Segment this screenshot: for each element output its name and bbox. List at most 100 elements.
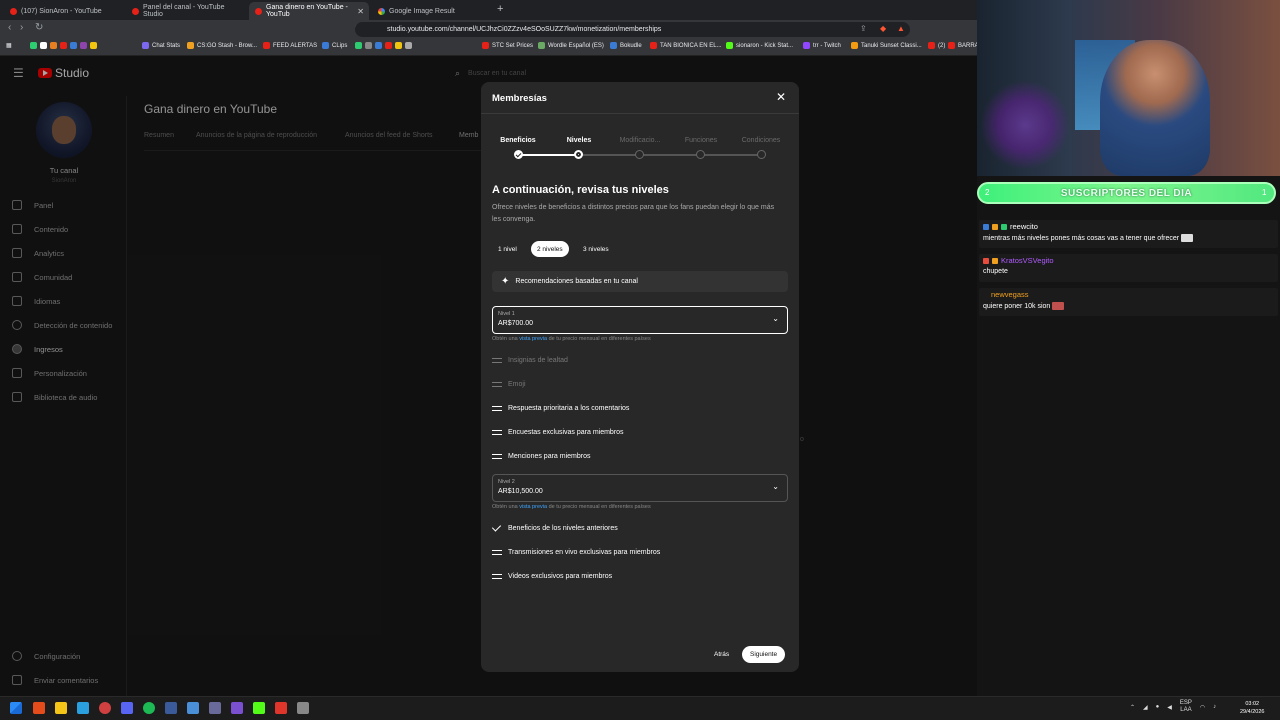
brave-icon[interactable] — [33, 702, 45, 714]
perk-item[interactable]: Respuesta prioritaria a los comentarios — [492, 403, 629, 413]
memberships-dialog — [481, 82, 799, 672]
next-button[interactable]: Siguiente — [742, 646, 786, 663]
twitch-icon[interactable] — [231, 702, 243, 714]
perk-label: Emoji — [508, 380, 526, 388]
chevron-up-icon[interactable]: ⌃ — [1130, 704, 1135, 711]
bookmark-item[interactable]: TAN BIONICA EN EL... — [650, 42, 722, 49]
share-icon[interactable]: ⇪ — [860, 24, 867, 33]
drag-handle-icon[interactable] — [492, 405, 502, 411]
obs-icon[interactable] — [275, 702, 287, 714]
chrome-icon[interactable] — [99, 702, 111, 714]
hint-text: de tu precio mensual en diferentes paíse… — [548, 336, 651, 342]
bookmark-label: Tanuki Sunset Classi... — [861, 42, 922, 49]
app-icon[interactable] — [209, 702, 221, 714]
clock-date: 29/4/2026 — [1240, 709, 1265, 715]
perk-item[interactable]: Menciones para miembros — [492, 451, 590, 461]
drag-handle-icon[interactable] — [492, 453, 502, 459]
clock-time: 03:02 — [1245, 701, 1260, 707]
volume-icon[interactable]: ◀ — [1167, 704, 1172, 711]
bookmark-item[interactable]: trr - Twitch — [803, 42, 841, 49]
app-icon[interactable] — [165, 702, 177, 714]
perk-item[interactable]: Encuestas exclusivas para miembros — [492, 427, 624, 437]
close-tab-icon[interactable]: ✕ — [357, 7, 364, 16]
start-icon[interactable] — [10, 702, 22, 714]
browser-tab-active[interactable]: Gana dinero en YouTube - YouTub ✕ — [249, 2, 369, 20]
clock[interactable]: 03:02 29/4/2026 — [1240, 700, 1264, 716]
telegram-icon[interactable] — [77, 702, 89, 714]
subs-count-right: 1 — [1262, 188, 1267, 197]
bookmark-label: CLips — [332, 42, 348, 49]
brave-shield-icon[interactable]: ◆ — [880, 24, 886, 33]
new-tab-icon[interactable]: + — [497, 3, 503, 15]
perk-item[interactable]: Transmisiones en vivo exclusivas para mi… — [492, 547, 660, 557]
bookmark-item[interactable]: Wordle Español (ES) — [538, 42, 604, 49]
chip-label: 2 niveles — [537, 245, 563, 253]
network-icon[interactable]: ◢ — [1143, 704, 1148, 711]
tier-2-price-select[interactable]: Nivel 2 AR$10,500.00 ⌄ — [492, 474, 788, 502]
perk-item: Beneficios de los niveles anteriores — [491, 521, 618, 533]
chevron-down-icon: ⌄ — [772, 314, 779, 323]
drag-handle-icon[interactable] — [492, 381, 502, 387]
discord-icon[interactable] — [121, 702, 133, 714]
app-icon[interactable] — [187, 702, 199, 714]
bookmark-label: Bokudle — [620, 42, 642, 49]
system-tray[interactable]: ⌃ ◢ ● ◀ ESP LAA ◠ ♪ — [1130, 700, 1216, 714]
drag-handle-icon[interactable] — [492, 573, 502, 579]
drag-handle-icon[interactable] — [492, 429, 502, 435]
preview-link[interactable]: vista previa — [519, 336, 547, 342]
bookmark-item[interactable]: (2) — [928, 42, 945, 49]
bookmark-item[interactable]: Tanuki Sunset Classi... — [851, 42, 922, 49]
file-explorer-icon[interactable] — [55, 702, 67, 714]
tab-label: Gana dinero en YouTube - YouTub — [266, 4, 348, 18]
bookmark-item[interactable]: Bokudle — [610, 42, 642, 49]
close-icon[interactable]: ✕ — [776, 90, 786, 104]
browser-tab[interactable]: Panel del canal - YouTube Studio — [126, 2, 244, 20]
emote-icon — [1052, 302, 1065, 310]
stepper-step-niveles[interactable]: Niveles — [549, 137, 609, 144]
bookmark-item[interactable]: FEED ALERTAS — [263, 42, 317, 49]
bookmark-item[interactable]: BARRA — [948, 42, 979, 49]
perk-item[interactable]: Insignias de lealtad — [492, 355, 568, 365]
tier-price: AR$700.00 — [498, 320, 534, 327]
recommendations-button[interactable]: ✦ Recomendaciones basadas en tu canal — [492, 271, 788, 292]
browser-tab[interactable]: (107) SionAron - YouTube — [4, 2, 122, 20]
bookmark-item[interactable]: STC Set Prices — [482, 42, 533, 49]
preview-link[interactable]: vista previa — [519, 504, 547, 510]
stepper-step-beneficios[interactable]: Beneficios — [488, 137, 548, 144]
wifi-icon[interactable]: ◠ — [1200, 704, 1205, 711]
kick-icon[interactable] — [253, 702, 265, 714]
url-field[interactable]: studio.youtube.com/channel/UCJhzCi0ZZzv4… — [355, 22, 910, 37]
chevron-down-icon: ⌄ — [772, 482, 779, 491]
bookmark-item[interactable]: CLips — [322, 42, 347, 49]
language-indicator[interactable]: ESP LAA — [1180, 700, 1192, 714]
chip-3-niveles[interactable]: 3 niveles — [577, 241, 615, 257]
speaker-icon[interactable]: ♪ — [1213, 704, 1216, 710]
forward-arrow-icon[interactable]: › — [20, 22, 23, 33]
bookmark-favicons[interactable] — [355, 42, 412, 49]
browser-tab[interactable]: Google Image Result — [372, 2, 490, 20]
tier-1-price-select[interactable]: Nivel 1 AR$700.00 ⌄ — [492, 306, 788, 334]
bookmark-item[interactable]: Chat Stats — [142, 42, 180, 49]
bookmark-favicons[interactable] — [30, 42, 97, 49]
perk-item[interactable]: Videos exclusivos para miembros — [492, 571, 612, 581]
spotify-icon[interactable] — [143, 702, 155, 714]
bookmark-item[interactable]: sionaron - Kick Stat... — [726, 42, 793, 49]
perk-item[interactable]: Emoji — [492, 379, 526, 389]
chip-2-niveles[interactable]: 2 niveles — [531, 241, 569, 257]
badge-icon — [992, 223, 998, 230]
rewards-icon[interactable]: ▲ — [897, 24, 905, 33]
chip-1-nivel[interactable]: 1 nivel — [492, 241, 523, 257]
bookmark-item[interactable]: CS:GO Stash - Brow... — [187, 42, 257, 49]
back-button[interactable]: Atrás — [707, 646, 736, 663]
microphone-icon[interactable]: ● — [1156, 704, 1160, 710]
apps-grid-icon[interactable]: ▦ — [6, 42, 12, 49]
reload-icon[interactable]: ↻ — [35, 22, 43, 33]
drag-handle-icon[interactable] — [492, 357, 502, 363]
tier-price: AR$10,500.00 — [498, 488, 543, 495]
perk-label: Videos exclusivos para miembros — [508, 572, 613, 580]
stepper-step-funciones: Funciones — [684, 137, 718, 144]
section-description: Ofrece niveles de beneficios a distintos… — [492, 204, 775, 223]
back-arrow-icon[interactable]: ‹ — [8, 22, 11, 33]
drag-handle-icon[interactable] — [492, 549, 502, 555]
app-icon[interactable] — [297, 702, 309, 714]
